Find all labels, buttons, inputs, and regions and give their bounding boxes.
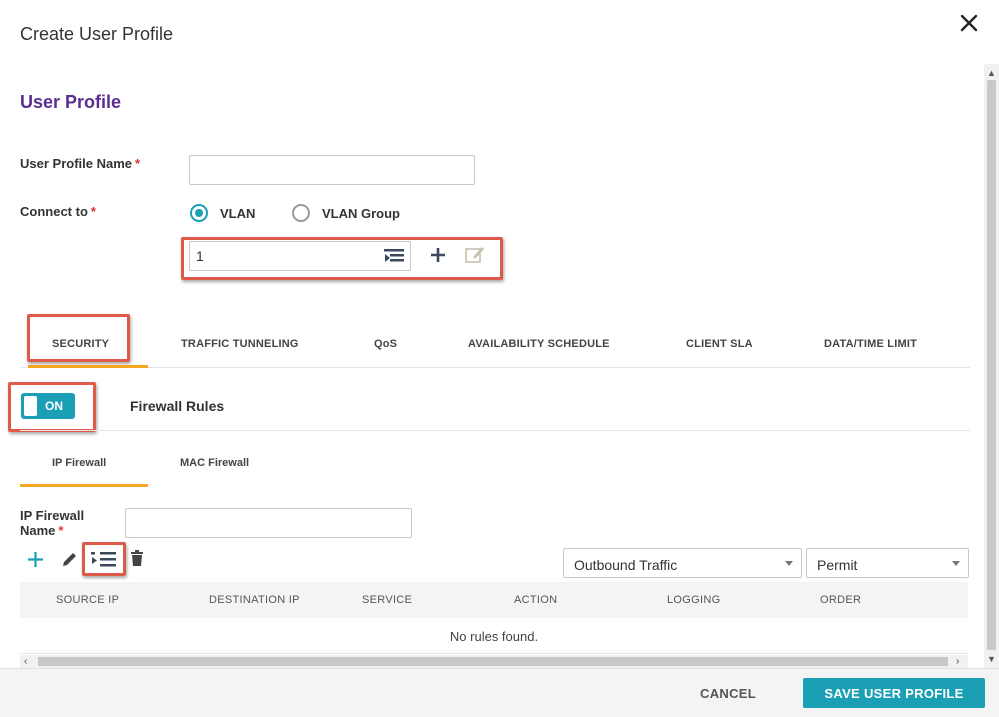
tab-client-sla[interactable]: CLIENT SLA [686,338,753,350]
scroll-up-arrow[interactable]: ▲ [984,66,999,80]
vertical-scrollbar[interactable]: ▲ ▼ [984,64,999,668]
tab-qos[interactable]: QoS [374,338,397,350]
scroll-left-arrow[interactable]: ‹ [24,655,27,668]
edit-vlan-icon[interactable] [465,245,485,264]
scroll-right-arrow[interactable]: › [956,655,959,668]
table-header: SOURCE IP DESTINATION IP SERVICE ACTION … [20,582,968,618]
vlan-select-input[interactable]: 1 [189,241,411,271]
add-rule-plus-icon[interactable] [27,551,44,568]
scroll-down-arrow[interactable]: ▼ [984,652,999,666]
radio-vlan[interactable]: VLAN [190,204,255,222]
traffic-direction-select[interactable]: Outbound Traffic [563,548,802,578]
horizontal-scrollbar[interactable]: ‹ › [20,655,968,668]
column-destination-ip[interactable]: DESTINATION IP [209,594,300,606]
column-logging[interactable]: LOGGING [667,594,720,606]
list-select-icon[interactable] [384,248,408,266]
firewall-rules-title: Firewall Rules [130,398,225,414]
scrollbar-thumb[interactable] [987,80,996,650]
subtab-ip-firewall[interactable]: IP Firewall [52,457,106,469]
firewall-toggle[interactable]: ON [21,393,75,419]
profile-name-label: User Profile Name * [20,156,141,171]
vlan-value: 1 [196,248,204,264]
close-icon[interactable] [958,12,980,34]
add-vlan-plus-icon[interactable] [430,247,446,263]
column-service[interactable]: SERVICE [362,594,412,606]
trash-icon[interactable] [130,550,144,567]
ip-firewall-name-input[interactable] [125,508,412,538]
table-body: No rules found. [20,618,968,654]
divider [20,430,970,431]
column-action[interactable]: ACTION [514,594,557,606]
dialog-title: Create User Profile [20,24,174,44]
ip-firewall-name-label: IP Firewall Name * [20,508,85,538]
column-source-ip[interactable]: SOURCE IP [56,594,119,606]
rule-action-select[interactable]: Permit [806,548,969,578]
subtab-mac-firewall[interactable]: MAC Firewall [180,457,249,469]
section-title: User Profile [20,92,122,112]
radio-vlan-group-dot[interactable] [292,204,310,222]
profile-tabs: SECURITY TRAFFIC TUNNELING QoS AVAILABIL… [20,320,970,368]
tab-data-time-limit[interactable]: DATA/TIME LIMIT [824,338,917,350]
column-order[interactable]: ORDER [820,594,861,606]
toggle-knob [24,396,37,416]
caret-down-icon [952,561,960,566]
active-tab-underline [28,365,148,368]
tab-traffic-tunneling[interactable]: TRAFFIC TUNNELING [181,338,299,350]
save-user-profile-button[interactable]: SAVE USER PROFILE [803,678,985,708]
empty-state-text: No rules found. [449,629,539,644]
caret-down-icon [785,561,793,566]
pencil-icon[interactable] [61,551,78,568]
radio-vlan-dot[interactable] [190,204,208,222]
profile-name-input[interactable] [189,155,475,185]
hscroll-thumb[interactable] [38,657,948,666]
tab-security[interactable]: SECURITY [52,338,109,350]
active-subtab-underline [20,484,148,487]
radio-vlan-group[interactable]: VLAN Group [292,204,400,222]
list-select-icon[interactable] [91,551,117,568]
toggle-label: ON [45,399,63,413]
tab-availability-schedule[interactable]: AVAILABILITY SCHEDULE [468,338,610,350]
cancel-button[interactable]: CANCEL [700,686,756,701]
connect-to-label: Connect to * [20,204,96,219]
firewall-rules-table: SOURCE IP DESTINATION IP SERVICE ACTION … [20,582,968,654]
